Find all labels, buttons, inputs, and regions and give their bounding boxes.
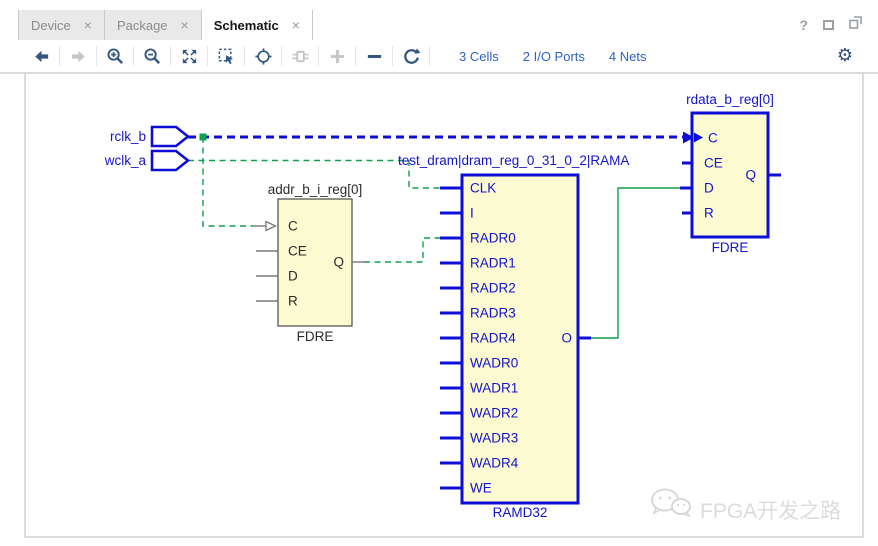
pin-label: CE	[288, 244, 307, 259]
pin-label: C	[708, 131, 718, 146]
cell-type-label: FDRE	[297, 329, 334, 344]
autofit-selection-button[interactable]	[250, 44, 276, 68]
close-icon[interactable]: ×	[84, 18, 92, 32]
pin-label: RADR0	[470, 231, 516, 246]
toolbar-separator	[355, 46, 356, 66]
port-symbol[interactable]	[152, 127, 188, 146]
pin-label: WADR4	[470, 456, 519, 471]
io-ports-count-link[interactable]: 2 I/O Ports	[523, 49, 585, 64]
toolbar-separator	[244, 46, 245, 66]
zoom-in-button[interactable]	[102, 44, 128, 68]
forward-button[interactable]	[65, 44, 91, 68]
tab-device[interactable]: Device ×	[18, 10, 105, 40]
zoom-to-selection-button[interactable]	[213, 44, 239, 68]
pin-label: CE	[704, 156, 723, 171]
pin-label: C	[288, 219, 298, 234]
port-rclk_b[interactable]: rclk_b	[110, 127, 188, 146]
cell-instance-label[interactable]: rdata_b_reg[0]	[686, 92, 774, 107]
port-wclk_a[interactable]: wclk_a	[104, 151, 188, 170]
pin-label: RADR3	[470, 306, 516, 321]
pin-label: CLK	[470, 181, 496, 196]
toolbar-separator	[318, 46, 319, 66]
cell-instance-label[interactable]: addr_b_i_reg[0]	[268, 182, 363, 197]
pin-label: D	[288, 269, 298, 284]
pin-label: WADR3	[470, 431, 518, 446]
pin-label: RADR1	[470, 256, 516, 271]
pin-label: Q	[333, 255, 344, 270]
float-icon[interactable]	[849, 16, 862, 34]
net-rclk-branch[interactable]	[203, 137, 253, 226]
cell-type-label: FDRE	[712, 240, 749, 255]
tab-label: Device	[31, 18, 71, 33]
zoom-out-button[interactable]	[139, 44, 165, 68]
pin-label: WE	[470, 481, 492, 496]
toolbar-separator	[392, 46, 393, 66]
toolbar-separator	[96, 46, 97, 66]
net-junction	[200, 134, 207, 141]
zoom-fit-button[interactable]	[176, 44, 202, 68]
remove-button[interactable]	[361, 44, 387, 68]
wechat-icon	[652, 490, 690, 517]
tab-label: Schematic	[214, 18, 279, 33]
help-icon[interactable]: ?	[799, 17, 808, 33]
pin-label: D	[704, 181, 714, 196]
tab-package[interactable]: Package ×	[105, 10, 202, 40]
gear-icon: ⚙	[837, 47, 853, 65]
pin-label: WADR2	[470, 406, 518, 421]
close-icon[interactable]: ×	[292, 18, 300, 32]
toolbar-separator	[170, 46, 171, 66]
cells-count-link[interactable]: 3 Cells	[459, 49, 499, 64]
maximize-icon[interactable]	[823, 20, 834, 30]
pin-label: RADR4	[470, 331, 516, 346]
pin-label: RADR2	[470, 281, 516, 296]
toolbar-separator	[429, 46, 430, 66]
pin-label: O	[561, 331, 572, 346]
cell-addr_b_i_reg[interactable]: addr_b_i_reg[0] C CE D R Q FDRE	[253, 182, 365, 344]
port-symbol[interactable]	[152, 151, 188, 170]
tab-label: Package	[117, 18, 168, 33]
cell-ram-rama[interactable]: test_dram|dram_reg_0_31_0_2|RAMA CLK I R…	[398, 153, 629, 520]
schematic-window: Device × Package × Schematic × ?	[0, 0, 878, 546]
toolbar-separator	[207, 46, 208, 66]
pin-label: R	[704, 206, 714, 221]
port-label: wclk_a	[104, 153, 147, 168]
watermark-text: FPGA开发之路	[700, 500, 841, 523]
cell-rdata_b_reg[interactable]: rdata_b_reg[0] C CE D R Q FDRE	[680, 92, 781, 255]
tab-schematic[interactable]: Schematic ×	[202, 10, 313, 40]
add-button[interactable]	[324, 44, 350, 68]
pin-label: WADR1	[470, 381, 518, 396]
back-button[interactable]	[28, 44, 54, 68]
net-ram-output[interactable]	[591, 188, 680, 338]
pin-label: Q	[745, 168, 756, 183]
toolbar-separator	[59, 46, 60, 66]
cell-type-label: RAMD32	[493, 505, 548, 520]
toolbar-separator	[133, 46, 134, 66]
settings-button[interactable]: ⚙	[832, 44, 858, 68]
clock-pin-marker	[266, 222, 276, 231]
pin-label: R	[288, 294, 298, 309]
toolbar-separator	[281, 46, 282, 66]
cell-instance-label[interactable]: test_dram|dram_reg_0_31_0_2|RAMA	[398, 153, 629, 168]
expand-cone-button[interactable]	[287, 44, 313, 68]
regenerate-button[interactable]	[398, 44, 424, 68]
net-addr-q[interactable]	[364, 238, 440, 262]
schematic-toolbar: 3 Cells 2 I/O Ports 4 Nets ⚙	[0, 40, 878, 74]
window-controls: ?	[799, 16, 862, 34]
watermark: FPGA开发之路	[652, 490, 841, 524]
schematic-canvas[interactable]: rclk_b wclk_a addr_b_i_reg[0] C CE D R	[24, 74, 864, 538]
close-icon[interactable]: ×	[181, 18, 189, 32]
pin-label: WADR0	[470, 356, 518, 371]
pin-label: I	[470, 206, 474, 221]
port-label: rclk_b	[110, 129, 146, 144]
tab-bar: Device × Package × Schematic ×	[18, 10, 313, 40]
nets-count-link[interactable]: 4 Nets	[609, 49, 647, 64]
